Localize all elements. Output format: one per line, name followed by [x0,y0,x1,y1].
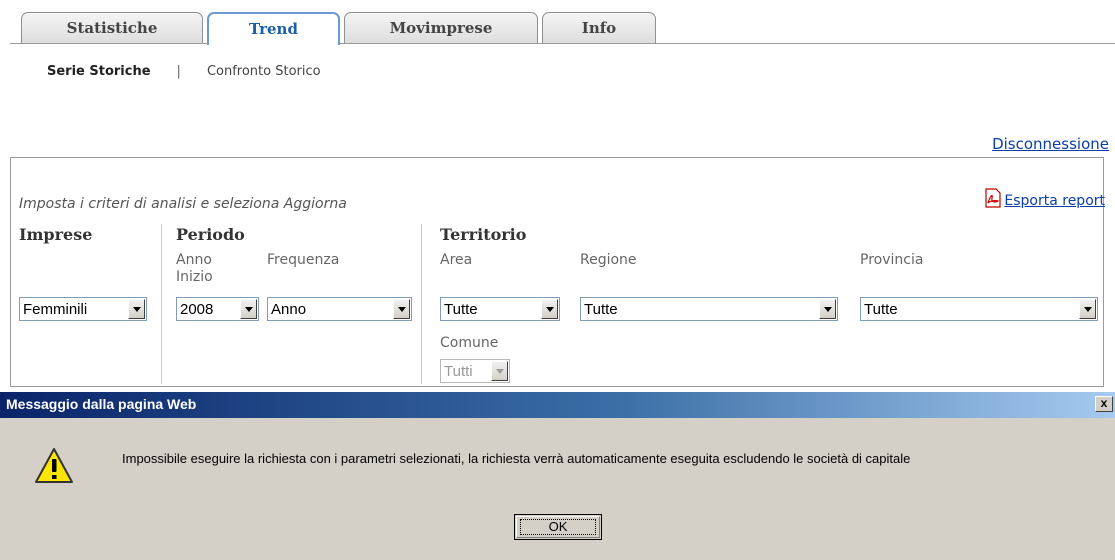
section-territorio: Territorio [440,225,527,244]
tab-statistiche[interactable]: Statistiche [21,12,203,43]
dropdown-arrow-icon[interactable] [240,299,257,319]
dropdown-arrow-icon[interactable] [1079,299,1096,319]
frequenza-select[interactable]: Anno [267,297,412,321]
warning-icon [35,448,73,483]
column-divider [161,224,162,384]
dialog-title-bar[interactable]: Messaggio dalla pagina Web x [0,392,1115,418]
area-select[interactable]: Tutte [440,297,560,321]
dropdown-arrow-icon[interactable] [819,299,836,319]
tab-trend[interactable]: Trend [207,12,340,45]
anno-inizio-value: 2008 [180,301,214,318]
export-report-link[interactable]: Esporta report [984,188,1105,209]
anno-inizio-label-line2: Inizio [176,269,213,285]
area-label: Area [440,252,473,268]
frequenza-value: Anno [271,301,307,318]
frequenza-label: Frequenza [267,252,340,268]
dropdown-arrow-icon[interactable] [541,299,558,319]
close-icon[interactable]: x [1095,396,1113,412]
anno-inizio-label: Anno Inizio [176,252,213,286]
panel-hint: Imposta i criteri di analisi e seleziona… [19,196,347,212]
sub-navigation: Serie Storiche | Confronto Storico [47,64,321,79]
dropdown-arrow-icon[interactable] [393,299,410,319]
anno-inizio-label-line1: Anno [176,252,212,268]
column-divider [421,224,422,384]
regione-label: Regione [580,252,637,268]
logout-link[interactable]: Disconnessione [992,135,1109,153]
comune-label: Comune [440,335,499,351]
ok-button[interactable]: OK [514,514,602,540]
tab-baseline [10,43,1115,44]
provincia-value: Tutte [864,301,898,318]
comune-select: Tutti [440,359,510,383]
tab-movimprese[interactable]: Movimprese [344,12,538,43]
ok-button-label: OK [548,519,568,534]
subnav-separator: | [176,64,181,79]
provincia-label: Provincia [860,252,924,268]
regione-value: Tutte [584,301,618,318]
subnav-serie-storiche[interactable]: Serie Storiche [47,64,151,79]
area-value: Tutte [444,301,478,318]
subnav-confronto-storico[interactable]: Confronto Storico [207,64,321,79]
filter-panel [10,157,1104,387]
dropdown-arrow-icon [491,361,508,381]
export-report-label: Esporta report [1004,193,1105,209]
comune-value: Tutti [444,363,473,380]
imprese-value: Femminili [23,301,88,318]
section-imprese: Imprese [19,225,93,244]
pdf-icon [985,188,1001,208]
dialog-message: Impossibile eseguire la richiesta con i … [122,451,911,466]
imprese-select[interactable]: Femminili [19,297,147,321]
anno-inizio-select[interactable]: 2008 [176,297,259,321]
section-periodo: Periodo [176,225,245,244]
regione-select[interactable]: Tutte [580,297,838,321]
tab-bar: Statistiche Trend Movimprese Info [0,0,1115,45]
dialog-title: Messaggio dalla pagina Web [6,396,197,412]
tab-info[interactable]: Info [542,12,656,43]
dropdown-arrow-icon[interactable] [128,299,145,319]
provincia-select[interactable]: Tutte [860,297,1098,321]
